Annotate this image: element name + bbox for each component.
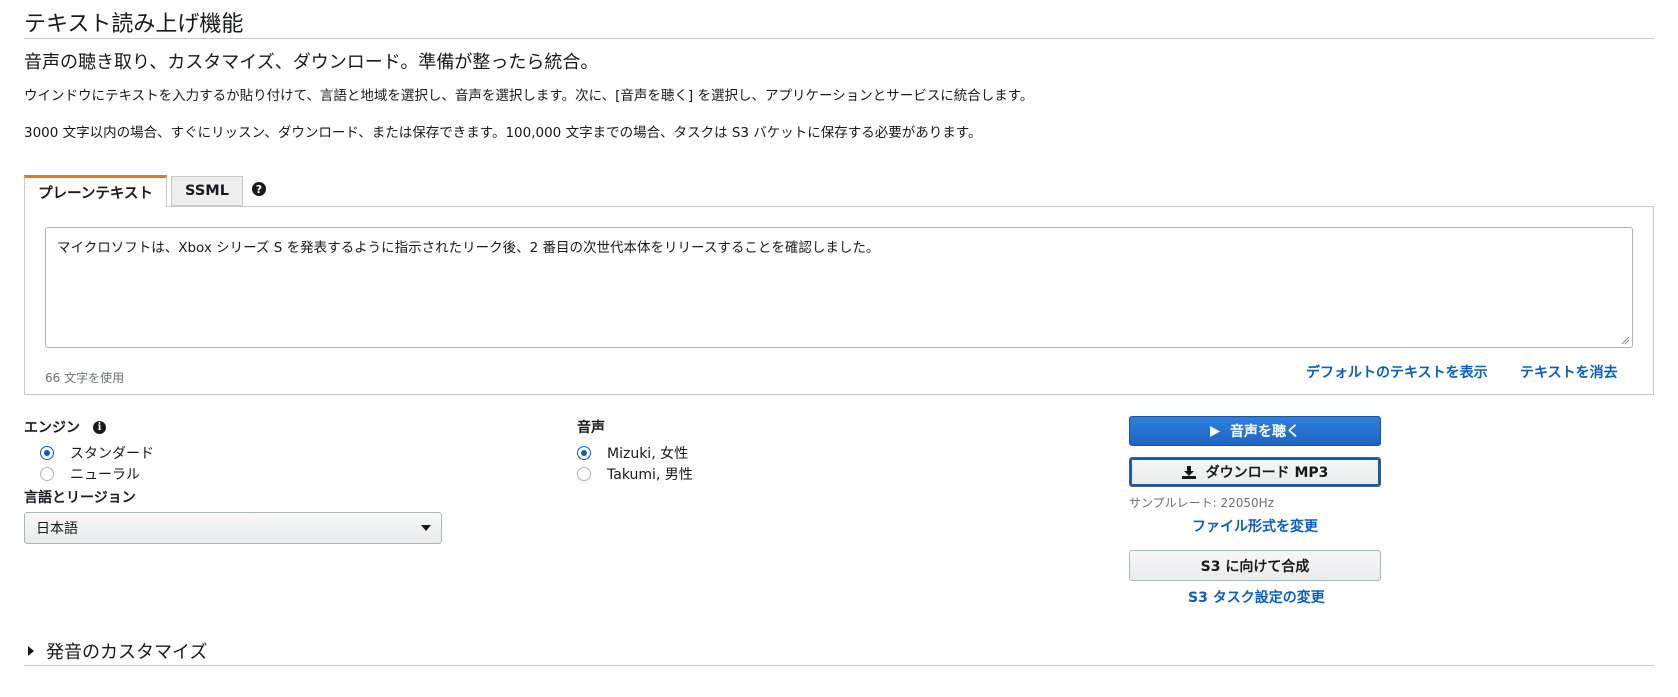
radio-unselected[interactable]: [577, 467, 591, 481]
description-text: ウインドウにテキストを入力するか貼り付けて、言語と地域を選択し、音声を選択します…: [24, 88, 1034, 104]
listen-button-label: 音声を聴く: [1230, 424, 1300, 440]
customize-pronunciation-expander[interactable]: 発音のカスタマイズ: [28, 638, 207, 664]
voice-option-label: Mizuki, 女性: [607, 446, 689, 462]
engine-option-label: スタンダード: [70, 446, 154, 462]
description-limits-text: 3000 文字以内の場合、すぐにリッスン、ダウンロード、または保存できます。10…: [24, 125, 982, 141]
voice-option-label: Takumi, 男性: [607, 467, 693, 483]
language-select-value: 日本語: [36, 521, 78, 537]
radio-selected[interactable]: [40, 446, 54, 460]
sample-rate-text: サンプルレート: 22050Hz: [1129, 496, 1274, 510]
customize-pronunciation-label: 発音のカスタマイズ: [46, 642, 208, 663]
download-icon: [1181, 465, 1196, 479]
character-count: 66 文字を使用: [45, 371, 125, 385]
voice-option-takumi[interactable]: Takumi, 男性: [577, 464, 693, 484]
language-region-label: 言語とリージョン: [24, 490, 136, 506]
chevron-down-icon: [421, 525, 431, 531]
language-select[interactable]: 日本語: [24, 512, 442, 544]
engine-option-label: ニューラル: [70, 467, 140, 483]
text-input[interactable]: マイクロソフトは、Xbox シリーズ S を発表するように指示されたリーク後、2…: [45, 227, 1633, 348]
question-circle-icon[interactable]: ?: [252, 182, 266, 196]
section-divider: [24, 665, 1654, 666]
engine-label: エンジン: [24, 420, 80, 436]
resize-handle-icon[interactable]: [1621, 336, 1630, 345]
voice-label: 音声: [577, 420, 605, 436]
info-circle-icon[interactable]: i: [93, 421, 106, 434]
engine-option-neural[interactable]: ニューラル: [40, 464, 140, 484]
caret-right-icon: [28, 646, 34, 656]
change-file-format-link[interactable]: ファイル形式を変更: [1192, 516, 1318, 536]
download-button-label: ダウンロード MP3: [1205, 465, 1329, 481]
title-divider: [24, 38, 1654, 39]
synthesize-to-s3-button[interactable]: S3 に向けて合成: [1129, 550, 1381, 581]
radio-selected[interactable]: [577, 446, 591, 460]
show-default-text-link[interactable]: デフォルトのテキストを表示: [1306, 362, 1488, 382]
tab-ssml[interactable]: SSML: [171, 176, 243, 206]
download-mp3-button[interactable]: ダウンロード MP3: [1129, 457, 1381, 487]
change-s3-settings-link[interactable]: S3 タスク設定の変更: [1188, 587, 1325, 607]
engine-option-standard[interactable]: スタンダード: [40, 443, 154, 463]
tab-plain-text[interactable]: プレーンテキスト: [24, 175, 167, 207]
radio-unselected[interactable]: [40, 467, 54, 481]
play-icon: [1210, 425, 1220, 437]
clear-text-link[interactable]: テキストを消去: [1520, 362, 1618, 382]
voice-option-mizuki[interactable]: Mizuki, 女性: [577, 443, 688, 463]
listen-button[interactable]: 音声を聴く: [1129, 416, 1381, 446]
page-subtitle: 音声の聴き取り、カスタマイズ、ダウンロード。準備が整ったら統合。: [24, 52, 599, 73]
page-title: テキスト読み上げ機能: [24, 12, 244, 37]
